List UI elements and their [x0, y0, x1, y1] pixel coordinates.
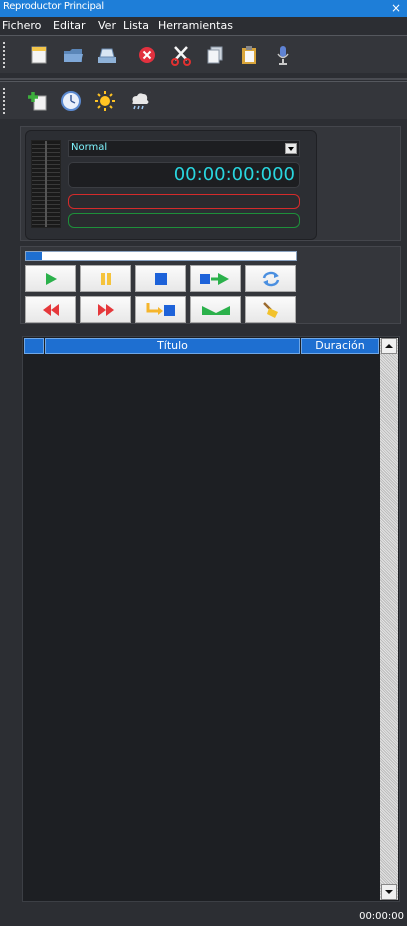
clear-icon [262, 301, 278, 318]
red-status-bar [68, 194, 300, 209]
toolbar-main [0, 35, 407, 73]
chevron-down-icon[interactable] [285, 143, 297, 154]
add-item-icon[interactable] [26, 90, 48, 112]
weather-icon[interactable] [128, 90, 150, 112]
playback-progress-bar[interactable] [25, 251, 297, 261]
menu-herramientas[interactable]: Herramientas [158, 19, 233, 32]
open-tray-icon[interactable] [96, 44, 118, 66]
close-button[interactable]: × [391, 1, 401, 15]
status-bar: 00:00:00 [0, 908, 407, 926]
playlist-scrollbar[interactable] [380, 338, 398, 900]
title-bar[interactable]: Reproductor Principal × [0, 0, 407, 17]
microphone-icon[interactable] [272, 44, 294, 66]
open-folder-icon[interactable] [62, 44, 84, 66]
next-track-icon [199, 272, 229, 285]
toolbar-secondary [0, 81, 407, 119]
toolbar-grip-2[interactable] [3, 88, 5, 114]
crossfade-icon [201, 305, 230, 315]
insert-button[interactable] [135, 296, 186, 323]
clear-button[interactable] [245, 296, 296, 323]
menu-fichero[interactable]: Fichero [2, 19, 41, 32]
column-header-select[interactable] [24, 338, 44, 354]
stop-icon [154, 272, 167, 285]
copy-icon[interactable] [204, 44, 226, 66]
time-display: 00:00:00:000 [68, 162, 300, 188]
sun-icon[interactable] [94, 90, 116, 112]
new-document-icon[interactable] [28, 44, 50, 66]
crossfade-button[interactable] [190, 296, 241, 323]
vu-meter [31, 140, 61, 228]
total-time: 00:00:00 [359, 911, 404, 922]
rewind-icon [42, 303, 59, 316]
green-status-bar [68, 213, 300, 228]
menu-editar[interactable]: Editar [53, 19, 86, 32]
fast-forward-icon [97, 303, 114, 316]
cut-icon[interactable] [170, 44, 192, 66]
next-track-button[interactable] [190, 265, 241, 292]
time-value: 00:00:00:000 [173, 164, 295, 185]
pause-icon [100, 272, 111, 285]
scroll-up-icon[interactable] [381, 338, 397, 354]
menu-ver[interactable]: Ver [98, 19, 116, 32]
scroll-down-icon[interactable] [381, 884, 397, 900]
column-header-duration[interactable]: Duración [301, 338, 379, 354]
toolbar-divider [0, 78, 407, 80]
rewind-button[interactable] [25, 296, 76, 323]
mode-value: Normal [71, 142, 108, 153]
menu-bar: Fichero Editar Ver Lista Herramientas [0, 17, 407, 34]
playlist-header: Título Duración [24, 338, 379, 354]
main-window: Reproductor Principal × Fichero Editar V… [0, 0, 407, 926]
paste-icon[interactable] [238, 44, 260, 66]
play-button[interactable] [25, 265, 76, 292]
fast-forward-button[interactable] [80, 296, 131, 323]
progress-fill [26, 252, 43, 260]
clock-icon[interactable] [60, 90, 82, 112]
insert-icon [146, 302, 175, 316]
loop-button[interactable] [245, 265, 296, 292]
menu-lista[interactable]: Lista [123, 19, 149, 32]
stop-button[interactable] [135, 265, 186, 292]
play-icon [45, 272, 57, 285]
window-title: Reproductor Principal [3, 1, 104, 12]
stop-delete-icon[interactable] [136, 44, 158, 66]
pause-button[interactable] [80, 265, 131, 292]
playlist-area[interactable] [22, 336, 400, 902]
toolbar-grip[interactable] [3, 42, 5, 68]
column-header-title[interactable]: Título [45, 338, 300, 354]
mode-select[interactable]: Normal [68, 140, 300, 157]
loop-icon [262, 271, 279, 286]
